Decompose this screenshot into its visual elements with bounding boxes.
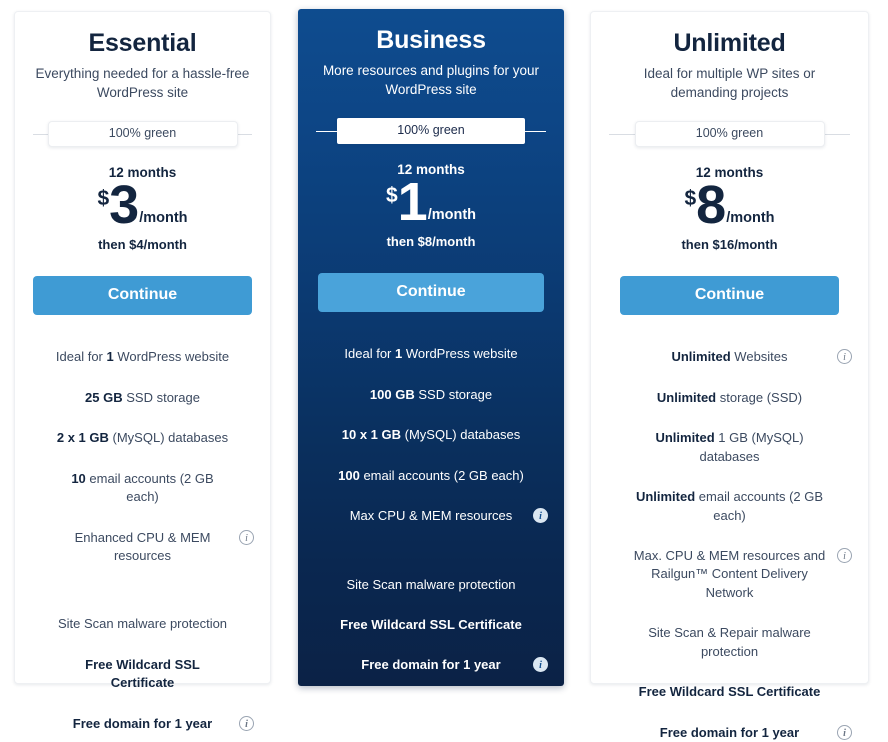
renewal-price: then $16/month [681, 237, 778, 253]
feature-item: Free Wildcard SSL Certificate [312, 616, 550, 634]
feature-item: Enhanced CPU & MEM resources i [29, 529, 256, 566]
feature-label: Free Wildcard SSL Certificate [638, 684, 821, 700]
info-icon[interactable]: i [533, 508, 548, 524]
feature-item: Unlimited email accounts (2 GB each) [605, 488, 854, 525]
feature-label: 25 GB SSD storage [85, 389, 200, 405]
plan-term: 12 months [108, 164, 177, 180]
green-badge-row: 100% green [312, 118, 550, 144]
feature-item: Free domain for 1 year i [312, 656, 550, 674]
plan-name: Business [376, 26, 486, 54]
feature-item: Unlimited storage (SSD) [605, 389, 854, 407]
feature-label: Ideal for 1 WordPress website [344, 346, 518, 362]
feature-item: 10 email accounts (2 GB each) [29, 470, 256, 507]
feature-label: Max CPU & MEM resources [349, 508, 513, 524]
price-currency: $ [684, 186, 697, 210]
info-icon[interactable]: i [239, 529, 254, 545]
feature-item: Free domain for 1 year i [605, 724, 854, 742]
price-amount: 8 [696, 174, 726, 235]
plan-card-business[interactable]: Business More resources and plugins for … [298, 9, 564, 686]
feature-item: Ideal for 1 WordPress website [312, 345, 550, 363]
price-amount: 1 [397, 171, 428, 232]
feature-label: Enhanced CPU & MEM resources [74, 529, 211, 563]
renewal-price: then $4/month [98, 237, 187, 253]
feature-label: 10 x 1 GB (MySQL) databases [341, 427, 521, 443]
feature-item: Free domain for 1 year i [29, 715, 256, 733]
feature-label: 100 GB SSD storage [369, 386, 493, 402]
feature-label: Site Scan malware protection [57, 616, 228, 632]
feature-item: Max. CPU & MEM resources and Railgun™ Co… [605, 547, 854, 602]
plan-tagline: More resources and plugins for your Word… [322, 62, 540, 97]
feature-item: Max CPU & MEM resources i [312, 507, 550, 525]
feature-item: 100 email accounts (2 GB each) [312, 467, 550, 485]
feature-item: Unlimited 1 GB (MySQL) databases [605, 429, 854, 466]
price-period: /month [427, 206, 477, 223]
plan-tagline: Everything needed for a hassle-free Word… [35, 65, 250, 100]
feature-item: Free Wildcard SSL Certificate [605, 683, 854, 701]
feature-label: Free Wildcard SSL Certificate [340, 616, 522, 632]
feature-label: 2 x 1 GB (MySQL) databases [56, 430, 229, 446]
continue-button[interactable]: Continue [620, 276, 839, 316]
info-icon[interactable]: i [837, 724, 852, 740]
price-currency: $ [97, 186, 110, 210]
feature-list: Ideal for 1 WordPress website 100 GB SSD … [312, 345, 550, 675]
feature-item: 100 GB SSD storage [312, 386, 550, 404]
feature-label: Free domain for 1 year [659, 724, 800, 740]
renewal-price: then $8/month [386, 234, 476, 250]
feature-item: Site Scan & Repair malware protection [605, 624, 854, 661]
info-icon[interactable]: i [837, 349, 852, 365]
feature-label: Unlimited 1 GB (MySQL) databases [655, 430, 804, 464]
plan-name: Unlimited [673, 29, 786, 57]
green-badge: 100% green [634, 121, 825, 147]
feature-label: 100 email accounts (2 GB each) [338, 467, 524, 483]
feature-label: Unlimited Websites [671, 349, 788, 365]
feature-label: Free Wildcard SSL Certificate [85, 656, 200, 691]
feature-item: 10 x 1 GB (MySQL) databases [312, 426, 550, 444]
price-amount: 3 [109, 174, 139, 235]
feature-item: Unlimited Websites i [605, 348, 854, 366]
feature-label: Ideal for 1 WordPress website [55, 349, 230, 365]
feature-item: Free Wildcard SSL Certificate [29, 656, 256, 693]
feature-item: Site Scan malware protection [29, 615, 256, 633]
green-badge-row: 100% green [29, 121, 256, 147]
continue-button[interactable]: Continue [318, 273, 544, 313]
feature-label: Site Scan malware protection [346, 576, 516, 592]
price-period: /month [139, 209, 188, 226]
green-badge-row: 100% green [605, 121, 854, 147]
price-currency: $ [385, 183, 398, 207]
plan-tagline: Ideal for multiple WP sites or demanding… [643, 65, 816, 100]
plan-term: 12 months [695, 164, 764, 180]
feature-list: Unlimited Websites i Unlimited storage (SS… [605, 348, 854, 742]
feature-label: Site Scan & Repair malware protection [648, 625, 811, 659]
feature-label: Free domain for 1 year [361, 657, 501, 673]
plan-card-unlimited[interactable]: Unlimited Ideal for multiple WP sites or… [590, 11, 869, 740]
plan-term: 12 months [397, 161, 465, 177]
feature-label: Free domain for 1 year [72, 715, 213, 731]
pricing-plans: Essential Everything needed for a hassle… [0, 0, 888, 740]
plan-price: $ 8 /month [605, 174, 854, 235]
feature-item: Site Scan malware protection [312, 576, 550, 594]
feature-item: 25 GB SSD storage [29, 389, 256, 407]
green-badge: 100% green [337, 118, 525, 144]
feature-list: Ideal for 1 WordPress website 25 GB SSD s… [29, 348, 256, 733]
info-icon[interactable]: i [837, 547, 852, 563]
plan-card-essential[interactable]: Essential Everything needed for a hassle… [14, 11, 271, 731]
feature-label: Unlimited email accounts (2 GB each) [635, 489, 824, 523]
feature-item: Ideal for 1 WordPress website [29, 348, 256, 366]
info-icon[interactable]: i [533, 657, 548, 673]
price-period: /month [726, 209, 775, 226]
feature-label: Unlimited storage (SSD) [656, 389, 803, 405]
feature-label: 10 email accounts (2 GB each) [71, 470, 214, 505]
feature-item: 2 x 1 GB (MySQL) databases [29, 429, 256, 447]
feature-label: Max. CPU & MEM resources and Railgun™ Co… [633, 547, 826, 600]
green-badge: 100% green [47, 121, 238, 147]
plan-name: Essential [88, 29, 197, 57]
continue-button[interactable]: Continue [33, 276, 252, 316]
plan-price: $ 1 /month [312, 171, 550, 232]
plan-price: $ 3 /month [29, 174, 256, 235]
info-icon[interactable]: i [239, 715, 254, 731]
